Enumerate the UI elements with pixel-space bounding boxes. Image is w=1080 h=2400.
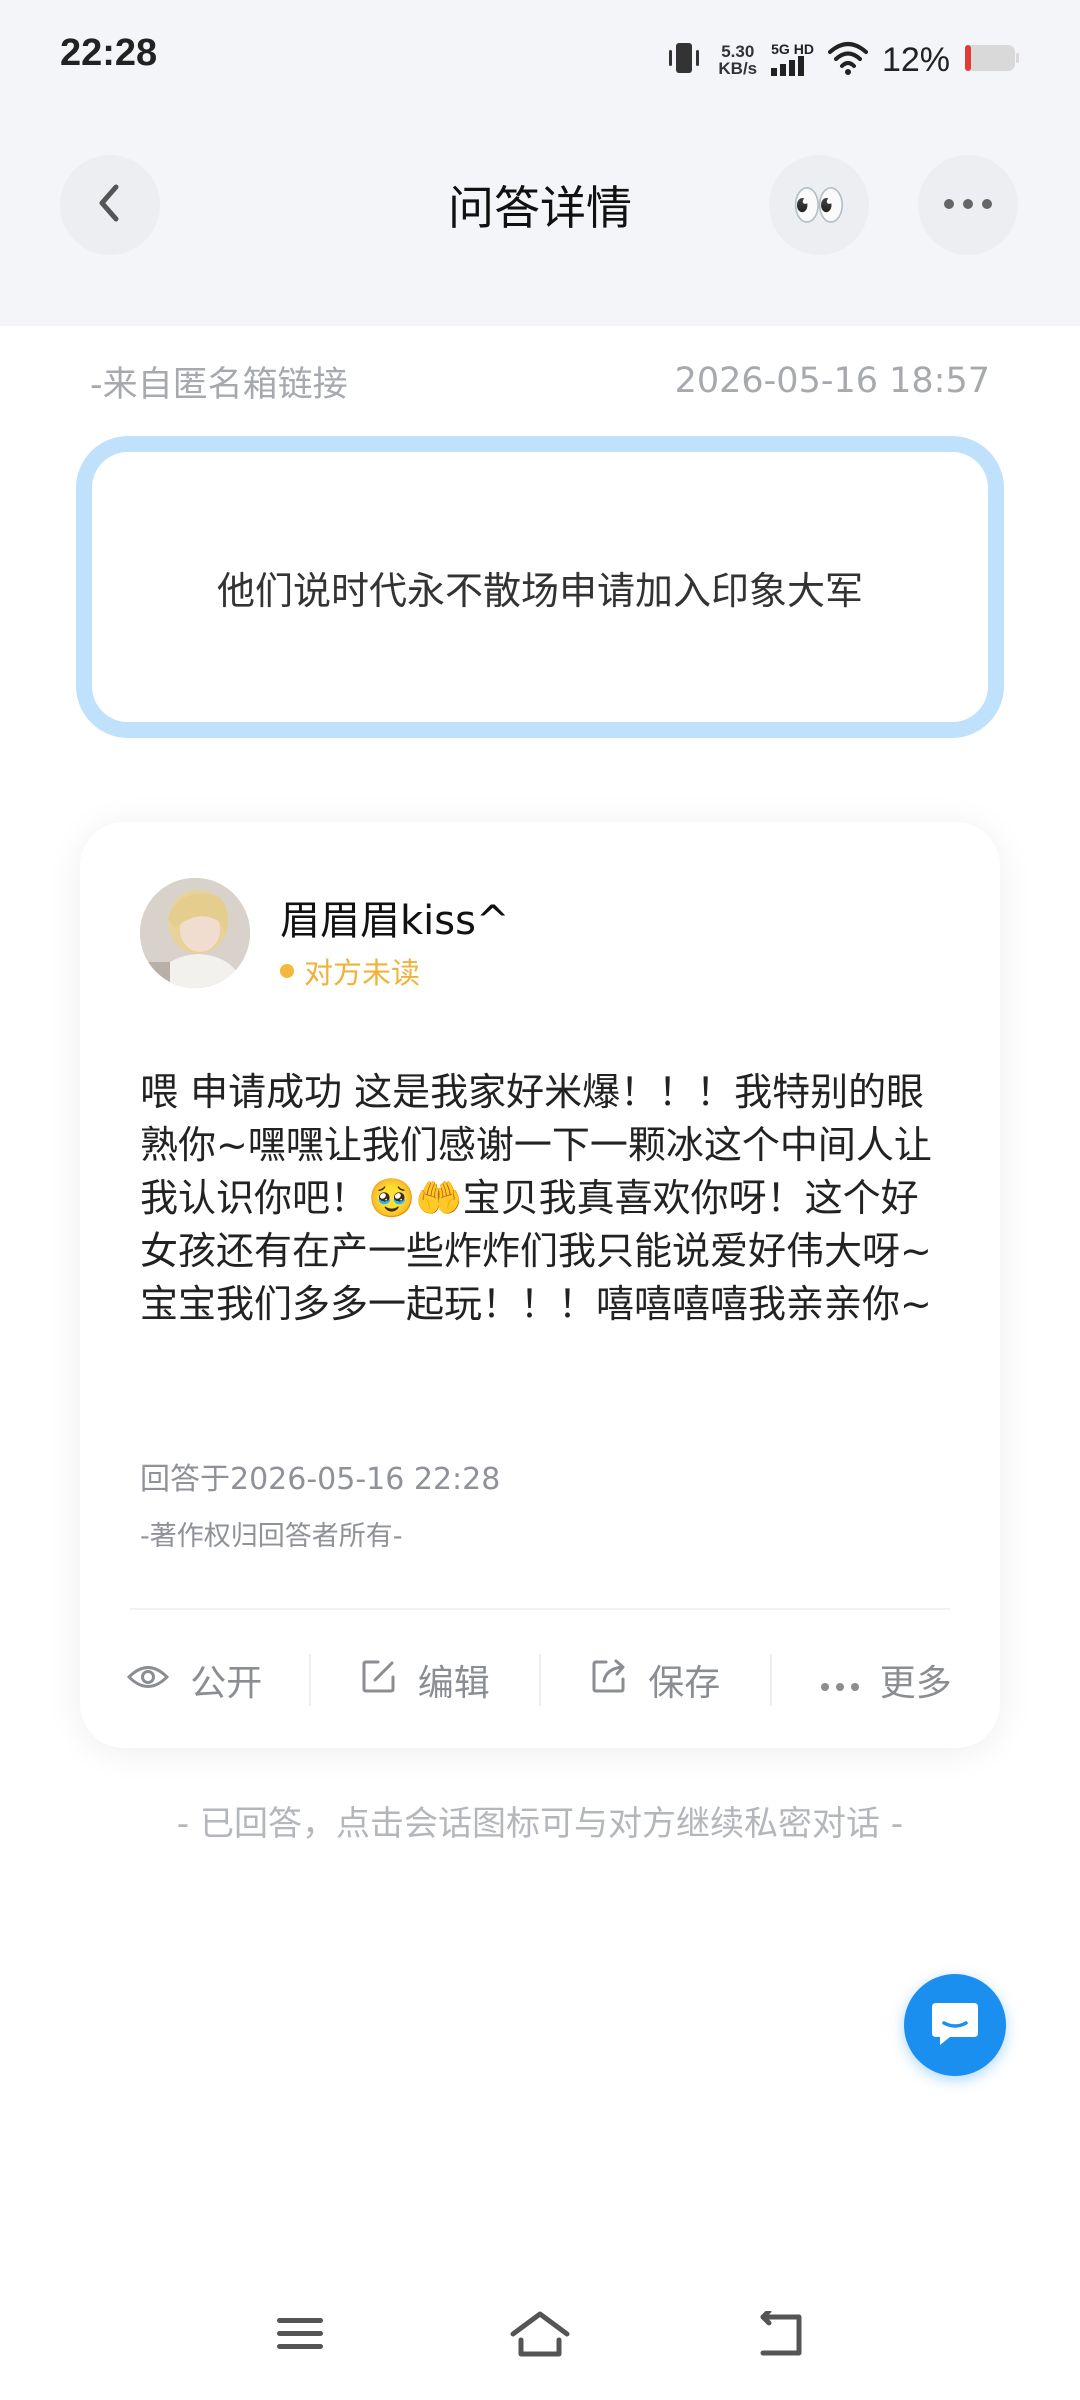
answer-card: 眉眉眉kiss^ 对方未读 喂 申请成功 这是我家好米爆！！！我特别的眼熟你~嘿… <box>80 822 1000 1748</box>
eyes-emoji-icon: 👀 <box>791 180 847 231</box>
answer-text: 喂 申请成功 这是我家好米爆！！！我特别的眼熟你~嘿嘿让我们感谢一下一颗冰这个中… <box>140 1070 932 1326</box>
footer-hint: - 已回答，点击会话图标可与对方继续私密对话 - <box>176 1804 904 1844</box>
back-arrow-icon <box>755 2308 805 2361</box>
edit-label: 编辑 <box>417 1663 490 1704</box>
question-source: -来自匿名箱链接 <box>90 364 348 405</box>
divider <box>130 1608 950 1610</box>
share-export-icon <box>590 1657 628 1704</box>
save-button[interactable]: 保存 <box>541 1653 770 1707</box>
network-type-label: 5G HD <box>771 41 814 57</box>
nav-back-button[interactable] <box>745 2306 815 2366</box>
nav-menu-button[interactable] <box>265 2306 335 2366</box>
net-speed: 5.30 KB/s <box>718 43 757 77</box>
net-speed-value: 5.30 <box>721 42 755 61</box>
question-timestamp: 2026-05-16 18:57 <box>674 361 990 401</box>
more-dots-icon <box>820 1660 860 1701</box>
wifi-icon <box>827 40 868 80</box>
chat-bubble-icon <box>930 1999 980 2051</box>
answered-at: 回答于2026-05-16 22:28 <box>140 1462 501 1497</box>
question-meta: -来自匿名箱链接 2026-05-16 18:57 <box>90 356 990 406</box>
read-status: 对方未读 <box>280 950 420 992</box>
eye-icon <box>126 1660 170 1701</box>
status-bar: 22:28 5.30 KB/s 5G HD 12% <box>0 0 1080 120</box>
public-label: 公开 <box>190 1663 263 1704</box>
battery-percent: 12% <box>881 40 950 79</box>
copyright-note: -著作权归回答者所有- <box>140 1521 403 1552</box>
edit-icon <box>360 1657 398 1704</box>
network-type: 5G HD <box>771 42 814 78</box>
save-label: 保存 <box>648 1663 721 1704</box>
system-nav-bar <box>0 2290 1080 2380</box>
read-status-label: 对方未读 <box>304 956 421 990</box>
nav-home-button[interactable] <box>505 2306 575 2366</box>
more-options-button[interactable] <box>918 155 1018 255</box>
eyes-button[interactable]: 👀 <box>769 155 869 255</box>
question-box: 他们说时代永不散场申请加入印象大军 <box>76 436 1004 738</box>
question-text: 他们说时代永不散场申请加入印象大军 <box>216 568 863 613</box>
status-time: 22:28 <box>60 32 158 74</box>
status-icons: 5.30 KB/s 5G HD 12% <box>664 38 1020 82</box>
app-header: 问答详情 👀 <box>0 120 1080 326</box>
signal-icon <box>771 56 809 78</box>
user-name[interactable]: 眉眉眉kiss^ <box>280 888 509 946</box>
chat-button[interactable] <box>904 1974 1006 2076</box>
net-speed-unit: KB/s <box>718 59 758 78</box>
action-bar: 公开 编辑 保存 更多 <box>80 1612 1000 1748</box>
more-horizontal-icon <box>942 196 994 215</box>
menu-icon <box>275 2314 325 2358</box>
battery-icon <box>964 43 1020 77</box>
avatar[interactable] <box>140 878 250 988</box>
home-icon <box>509 2310 571 2362</box>
edit-button[interactable]: 编辑 <box>311 1653 540 1707</box>
vibrate-icon <box>664 38 704 82</box>
more-label: 更多 <box>879 1663 952 1704</box>
more-button[interactable]: 更多 <box>772 1653 1001 1707</box>
public-button[interactable]: 公开 <box>80 1653 309 1707</box>
unread-dot-icon <box>280 964 294 978</box>
